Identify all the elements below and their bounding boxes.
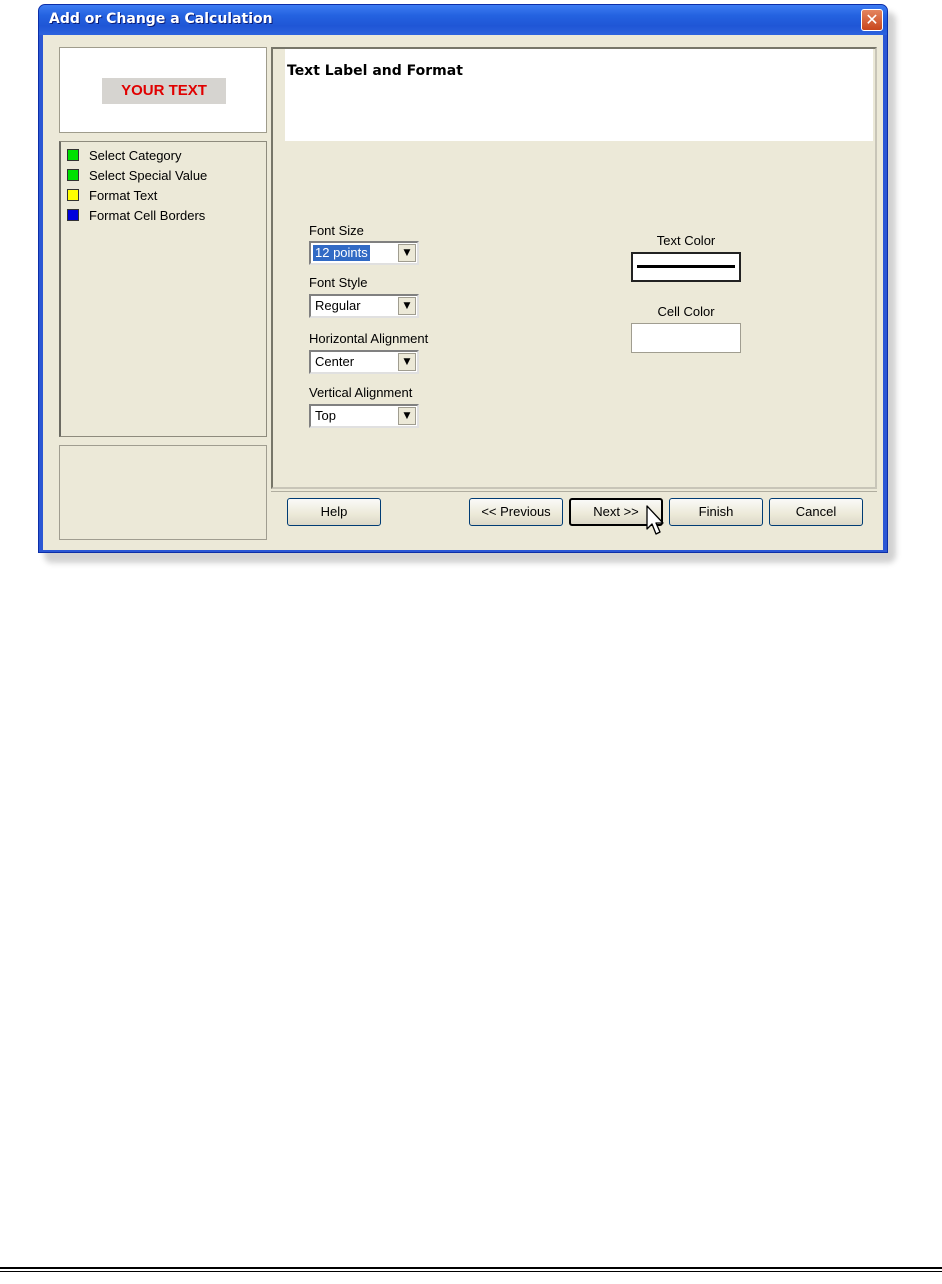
text-color-picker[interactable] [631,252,741,282]
vertical-alignment-value: Top [315,408,336,423]
mouse-pointer-icon [646,505,664,535]
finish-button[interactable]: Finish [669,498,763,526]
font-size-label: Font Size [309,223,364,238]
vertical-alignment-label: Vertical Alignment [309,385,413,400]
page-rule-thin [0,1271,942,1272]
step-label: Select Category [89,147,182,163]
cell-color-picker[interactable] [631,323,741,353]
content-header: Text Label and Format [285,49,873,141]
close-icon: ✕ [865,10,879,29]
chevron-down-icon[interactable]: ▼ [398,297,416,315]
cell-color-label: Cell Color [657,304,715,319]
chevron-down-icon[interactable]: ▼ [398,407,416,425]
window-title: Add or Change a Calculation [49,11,273,27]
content-title: Text Label and Format [287,63,463,79]
dialog-window: Add or Change a Calculation ✕ YOUR TEXT … [38,4,888,553]
horizontal-alignment-label: Horizontal Alignment [309,331,429,346]
horizontal-alignment-select[interactable]: Center ▼ [309,350,419,374]
step-status-icon [67,209,79,221]
font-size-select[interactable]: 12 points ▼ [309,241,419,265]
preview-panel: YOUR TEXT [59,47,267,133]
help-button[interactable]: Help [287,498,381,526]
vertical-alignment-select[interactable]: Top ▼ [309,404,419,428]
chevron-down-icon[interactable]: ▼ [398,353,416,371]
title-bar[interactable]: Add or Change a Calculation ✕ [39,5,887,35]
step-select-special-value[interactable]: Select Special Value [67,166,207,184]
step-status-icon [67,149,79,161]
font-style-value: Regular [315,298,361,313]
dialog-client-area: YOUR TEXT Select Category Select Special… [43,35,883,550]
step-select-category[interactable]: Select Category [67,146,182,164]
button-bar: Help << Previous Next >> Finish Cancel [271,491,877,542]
horizontal-alignment-value: Center [315,354,355,369]
steps-list: Select Category Select Special Value For… [59,141,267,437]
step-label: Select Special Value [89,167,208,183]
step-label: Format Cell Borders [89,207,206,223]
previous-button[interactable]: << Previous [469,498,563,526]
font-style-select[interactable]: Regular ▼ [309,294,419,318]
content-panel: Text Label and Format Font Size 12 point… [271,47,877,489]
step-status-icon [67,169,79,181]
step-format-text[interactable]: Format Text [67,186,157,204]
page-rule [0,1267,942,1269]
info-panel [59,445,267,540]
text-color-label: Text Color [656,233,716,248]
step-format-cell-borders[interactable]: Format Cell Borders [67,206,205,224]
preview-text: YOUR TEXT [102,78,226,104]
font-style-label: Font Style [309,275,368,290]
font-size-value: 12 points [313,245,370,261]
step-status-icon [67,189,79,201]
step-label: Format Text [89,187,158,203]
cancel-button[interactable]: Cancel [769,498,863,526]
chevron-down-icon[interactable]: ▼ [398,244,416,262]
close-button[interactable]: ✕ [861,9,883,31]
